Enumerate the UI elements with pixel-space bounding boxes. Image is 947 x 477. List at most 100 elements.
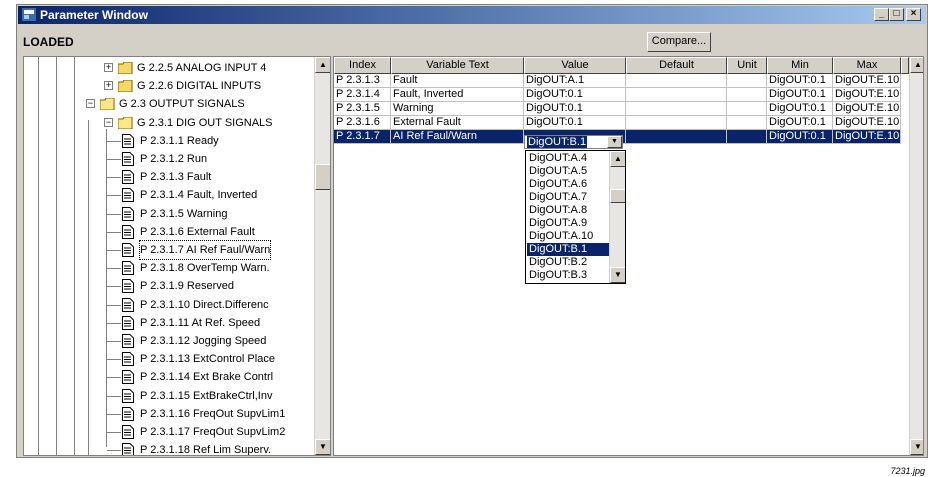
tree-item-label: P 2.3.1.14 Ext Brake Contrl [140, 371, 274, 384]
dropdown-option[interactable]: DigOUT:B.2 [527, 256, 611, 269]
tree-connector [107, 304, 121, 306]
tree-group-label: G 2.3 OUTPUT SIGNALS [119, 98, 245, 111]
dropdown-option[interactable]: DigOUT:A.6 [527, 178, 611, 191]
dropdown-option[interactable]: DigOUT:A.5 [527, 165, 611, 178]
table-cell-value[interactable]: DigOUT:0.1 [524, 102, 626, 116]
column-header[interactable]: Index [334, 57, 391, 74]
tree-item-parameter[interactable]: P 2.3.1.14 Ext Brake Contrl [24, 368, 309, 386]
table-cell-value[interactable]: DigOUT:0.1 [524, 88, 626, 102]
dropdown-option[interactable]: DigOUT:A.10 [527, 230, 611, 243]
scroll-up-button[interactable]: ▲ [910, 57, 923, 73]
column-header[interactable]: Unit [727, 57, 767, 74]
tree-item-parameter[interactable]: P 2.3.1.17 FreqOut SupvLim2 [24, 423, 309, 441]
table-cell-unit [727, 88, 767, 102]
scroll-down-button[interactable]: ▼ [610, 267, 625, 283]
dropdown-option[interactable]: DigOUT:A.8 [527, 204, 611, 217]
dropdown-option[interactable]: DigOUT:A.9 [527, 217, 611, 230]
table-cell-max: DigOUT:E.10 [833, 88, 901, 102]
tree-item-parameter[interactable]: P 2.3.1.7 AI Ref Faul/Warn [24, 240, 309, 260]
scroll-up-button[interactable]: ▲ [315, 57, 330, 73]
tree-item-parameter[interactable]: P 2.3.1.15 ExtBrakeCtrl,Inv [24, 387, 309, 405]
column-header-filler [901, 57, 909, 74]
table-row[interactable]: P 2.3.1.3 Fault DigOUT:A.1 DigOUT:0.1 DigOUT… [334, 74, 901, 88]
tree-group-node[interactable]: + G 2.2.6 DIGITAL INPUTS [24, 77, 309, 95]
collapse-icon[interactable]: − [104, 117, 113, 127]
tree-item-parameter[interactable]: P 2.3.1.16 FreqOut SupvLim1 [24, 405, 309, 423]
tree-item-label: P 2.3.1.18 Ref Lim Superv. [140, 444, 272, 456]
table-cell-unit [727, 74, 767, 88]
value-combobox[interactable]: DigOUT:B.1 ▼ [524, 135, 623, 149]
tree-group-node[interactable]: − G 2.3 OUTPUT SIGNALS [24, 95, 309, 113]
column-header[interactable]: Min [767, 57, 833, 74]
tree-item-parameter[interactable]: P 2.3.1.5 Warning [24, 205, 309, 223]
table-row[interactable]: P 2.3.1.4 Fault, Inverted DigOUT:0.1 DigOUT… [334, 88, 901, 102]
table-cell-max: DigOUT:E.10 [833, 130, 901, 144]
table-cell-text: External Fault [391, 116, 524, 130]
tree-connector [107, 268, 121, 270]
table-cell-max: DigOUT:E.10 [833, 74, 901, 88]
table-cell-default [626, 88, 727, 102]
table-cell-unit [727, 130, 767, 144]
collapse-icon[interactable]: − [86, 99, 95, 109]
tree-item-label: P 2.3.1.12 Jogging Speed [140, 335, 267, 347]
table-cell-unit [727, 116, 767, 130]
tree-item-parameter[interactable]: P 2.3.1.10 Direct.Differenc [24, 296, 309, 314]
column-header[interactable]: Default [626, 57, 727, 74]
dropdown-scrollbar[interactable]: ▲ ▼ [609, 151, 625, 283]
table-cell-index: P 2.3.1.6 [334, 116, 391, 130]
table-cell-value[interactable]: DigOUT:A.1 [524, 74, 626, 88]
tree-item-label: P 2.3.1.11 At Ref. Speed [140, 316, 261, 329]
tree-connector [107, 322, 121, 324]
tree-item-label: P 2.3.1.6 External Fault [140, 225, 255, 238]
tree-connector [107, 377, 121, 379]
column-header[interactable]: Max [833, 57, 901, 74]
compare-button[interactable]: Compare... [647, 32, 711, 52]
scroll-thumb[interactable] [315, 164, 330, 190]
maximize-button[interactable]: □ [889, 8, 904, 21]
value-dropdown-list[interactable]: DigOUT:B.3 DigOUT:B.2 DigOUT:B.1 DigOUT:A.1… [525, 150, 626, 284]
dropdown-option[interactable]: DigOUT:A.4 [527, 152, 611, 165]
tree-item-parameter[interactable]: P 2.3.1.2 Run [24, 150, 309, 168]
combobox-value[interactable]: DigOUT:B.1 [527, 136, 588, 148]
table-cell-value[interactable]: DigOUT:0.1 [524, 116, 626, 130]
tree-item-label: P 2.3.1.7 AI Ref Faul/Warn [138, 240, 272, 260]
tree-item-parameter[interactable]: P 2.3.1.11 At Ref. Speed [24, 314, 309, 332]
table-cell-min: DigOUT:0.1 [767, 116, 833, 130]
close-button[interactable]: × [906, 8, 921, 21]
app-icon [22, 8, 36, 21]
tree-group-node[interactable]: − G 2.3.1 DIG OUT SIGNALS [24, 114, 309, 132]
connection-status: LOADED [23, 35, 74, 49]
tree-item-parameter[interactable]: P 2.3.1.4 Fault, Inverted [24, 186, 309, 204]
table-row[interactable]: P 2.3.1.6 External Fault DigOUT:0.1 DigOUT:… [334, 116, 901, 130]
tree-item-parameter[interactable]: P 2.3.1.3 Fault [24, 168, 309, 186]
table-row[interactable]: P 2.3.1.5 Warning DigOUT:0.1 DigOUT:0.1 DigO… [334, 102, 901, 116]
tree-item-parameter[interactable]: P 2.3.1.6 External Fault [24, 223, 309, 241]
grid-scrollbar[interactable]: ▲ ▼ [909, 57, 923, 455]
scroll-down-button[interactable]: ▼ [315, 439, 330, 455]
column-header[interactable]: Variable Text [391, 57, 524, 74]
tree-item-parameter[interactable]: P 2.3.1.13 ExtControl Place [24, 350, 309, 368]
table-cell-min: DigOUT:0.1 [767, 74, 833, 88]
dropdown-option[interactable]: DigOUT:A.7 [527, 191, 611, 204]
tree-connector [107, 140, 121, 142]
tree-scrollbar[interactable]: ▲ ▼ [314, 57, 330, 455]
title-bar[interactable]: Parameter Window _ □ × [18, 6, 926, 24]
expand-icon[interactable]: + [104, 81, 113, 91]
tree-group-node[interactable]: + G 2.2.5 ANALOG INPUT 4 [24, 59, 309, 77]
scroll-thumb[interactable] [610, 189, 625, 203]
column-header[interactable]: Value [524, 57, 626, 74]
minimize-button[interactable]: _ [874, 8, 889, 21]
chevron-down-icon[interactable]: ▼ [607, 136, 622, 148]
tree-item-parameter[interactable]: P 2.3.1.18 Ref Lim Superv. [24, 441, 309, 456]
scroll-down-button[interactable]: ▼ [910, 439, 923, 455]
expand-icon[interactable]: + [104, 63, 113, 72]
tree-item-parameter[interactable]: P 2.3.1.1 Ready [24, 132, 309, 150]
scroll-up-button[interactable]: ▲ [610, 151, 625, 167]
dropdown-option[interactable]: DigOUT:B.1 [527, 243, 611, 256]
tree-item-parameter[interactable]: P 2.3.1.8 OverTemp Warn. [24, 259, 309, 277]
tree-item-parameter[interactable]: P 2.3.1.9 Reserved [24, 277, 309, 295]
tree-item-parameter[interactable]: P 2.3.1.12 Jogging Speed [24, 332, 309, 350]
parameter-grid: ▲ ▼ Index Variable Text Value Default Unit Mi… [333, 56, 924, 456]
parameter-window: Parameter Window _ □ × LOADED Compare...… [16, 4, 928, 458]
dropdown-option[interactable]: DigOUT:B.3 [527, 269, 611, 282]
